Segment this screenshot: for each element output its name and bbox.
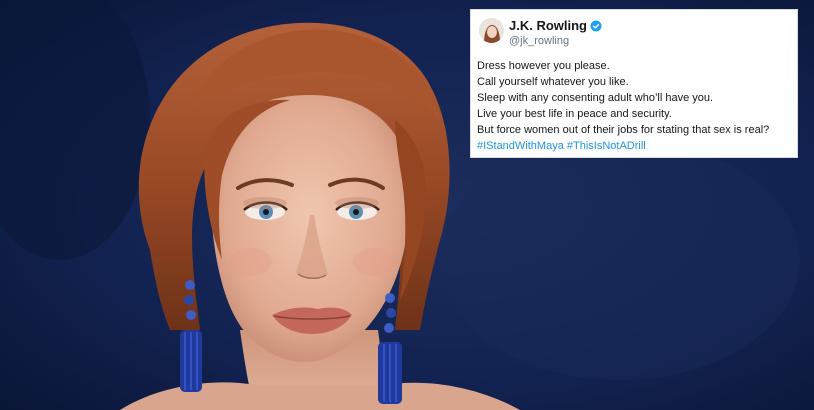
hashtag-link[interactable]: #ThisIsNotADrill: [567, 140, 646, 152]
author-handle[interactable]: @jk_rowling: [509, 35, 569, 48]
author-name[interactable]: J.K. Rowling: [509, 18, 602, 33]
tweet-line: But force women out of their jobs for st…: [477, 124, 770, 136]
hashtag-link[interactable]: #IStandWithMaya: [477, 140, 564, 152]
tweet-text: Dress however you please. Call yourself …: [477, 58, 795, 154]
tweet-line: Sleep with any consenting adult who’ll h…: [477, 92, 714, 104]
tweet-card: J.K. Rowling @jk_rowling Dress however y…: [470, 9, 798, 158]
avatar[interactable]: [479, 18, 504, 43]
tweet-line: Dress however you please.: [477, 60, 610, 72]
tweet-line: Live your best life in peace and securit…: [477, 108, 672, 120]
tweet-line: Call yourself whatever you like.: [477, 76, 629, 88]
hashtag-row: #IStandWithMaya #ThisIsNotADrill: [477, 138, 795, 154]
verified-badge-icon: [590, 20, 602, 32]
author-name-text[interactable]: J.K. Rowling: [509, 18, 587, 33]
